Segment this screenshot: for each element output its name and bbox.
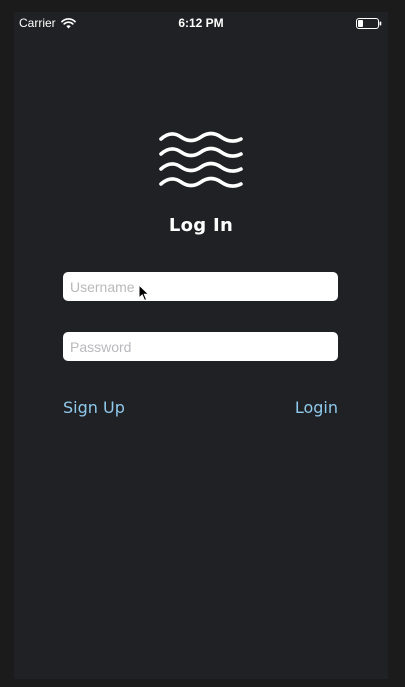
status-time: 6:12 PM bbox=[178, 16, 224, 30]
password-field[interactable] bbox=[63, 332, 338, 361]
login-button[interactable]: Login bbox=[295, 398, 338, 417]
sign-up-button[interactable]: Sign Up bbox=[63, 398, 125, 417]
status-bar: Carrier 6:12 PM bbox=[14, 12, 388, 34]
username-field[interactable] bbox=[63, 272, 338, 301]
page-title: Log In bbox=[168, 215, 234, 236]
app-screen: Carrier 6:12 PM Log In Username Sign Up … bbox=[14, 12, 388, 679]
device-frame: Carrier 6:12 PM Log In Username Sign Up … bbox=[0, 0, 405, 687]
mouse-pointer-icon bbox=[138, 284, 150, 302]
battery-icon bbox=[356, 18, 382, 29]
waves-icon bbox=[159, 131, 243, 188]
